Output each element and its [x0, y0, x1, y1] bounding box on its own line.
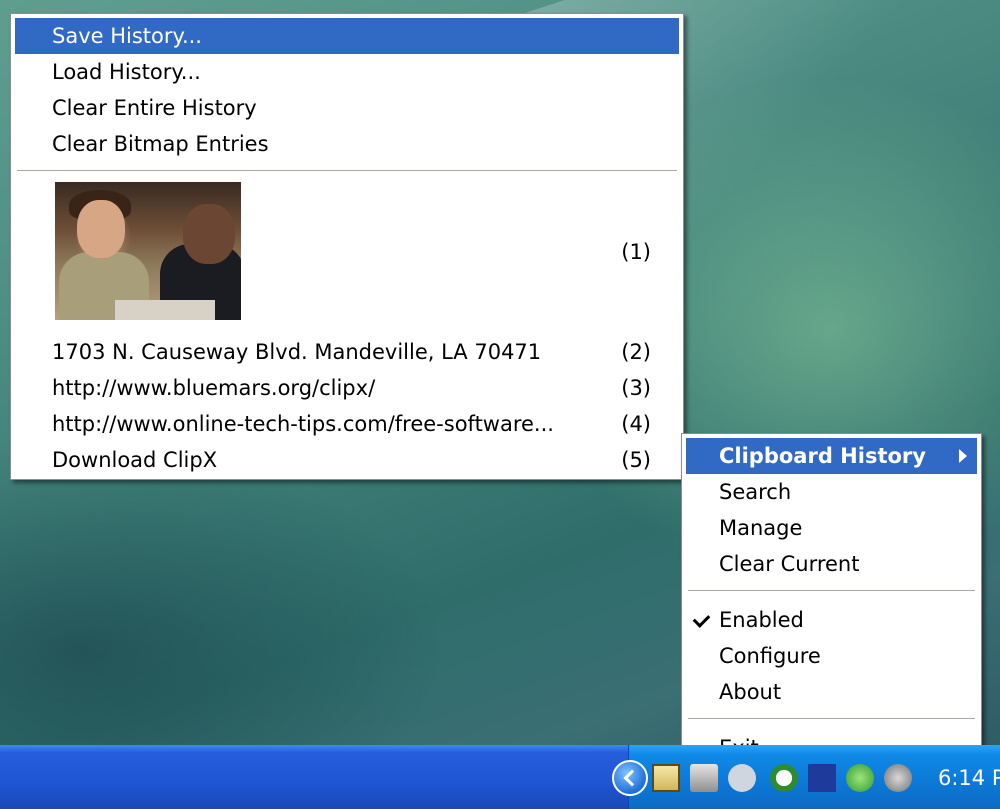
history-entry[interactable]: 1703 N. Causeway Blvd. Mandeville, LA 70… — [11, 334, 683, 370]
menu-item-label: Configure — [719, 644, 821, 668]
menu-item-clipboard-history[interactable]: Clipboard History — [686, 438, 977, 474]
menu-item-label: Clear Current — [719, 552, 860, 576]
menu-item-clear-current[interactable]: Clear Current — [682, 546, 981, 582]
volume-icon[interactable] — [884, 764, 912, 792]
history-entry-number: (4) — [621, 412, 651, 436]
network-computer-icon[interactable] — [690, 764, 718, 792]
history-entry-image[interactable]: (1) — [11, 182, 683, 334]
language-flag-icon[interactable] — [808, 764, 836, 792]
menu-item-label: Clear Bitmap Entries — [52, 132, 269, 156]
checkmark-icon — [692, 610, 711, 628]
menu-item-label: Enabled — [719, 608, 804, 632]
green-status-icon[interactable] — [846, 764, 874, 792]
history-entry[interactable]: http://www.online-tech-tips.com/free-sof… — [11, 406, 683, 442]
menu-item-label: Search — [719, 480, 792, 504]
menu-item-clear-entire-history[interactable]: Clear Entire History — [11, 90, 683, 126]
history-entry-number: (2) — [621, 340, 651, 364]
menu-item-save-history[interactable]: Save History... — [15, 18, 679, 54]
menu-item-label: Load History... — [52, 60, 201, 84]
menu-item-search[interactable]: Search — [682, 474, 981, 510]
clipboard-history-menu: Save History... Load History... Clear En… — [10, 13, 684, 480]
menu-separator — [688, 718, 975, 722]
menu-item-load-history[interactable]: Load History... — [11, 54, 683, 90]
menu-item-label: Clear Entire History — [52, 96, 257, 120]
history-entry-number: (3) — [621, 376, 651, 400]
bitmap-thumbnail — [55, 182, 241, 320]
menu-separator — [17, 170, 677, 174]
menu-item-configure[interactable]: Configure — [682, 638, 981, 674]
menu-item-label: About — [719, 680, 782, 704]
clock-app-icon[interactable] — [770, 764, 798, 792]
history-entry-label: Download ClipX — [52, 448, 218, 472]
menu-item-label: Clipboard History — [719, 444, 926, 468]
history-entry-label: 1703 N. Causeway Blvd. Mandeville, LA 70… — [52, 340, 542, 364]
menu-item-enabled[interactable]: Enabled — [682, 602, 981, 638]
menu-item-about[interactable]: About — [682, 674, 981, 710]
tray-context-menu: Clipboard History Search Manage Clear Cu… — [681, 433, 982, 770]
menu-item-manage[interactable]: Manage — [682, 510, 981, 546]
history-entry-label: http://www.bluemars.org/clipx/ — [52, 376, 376, 400]
clipx-clipboard-icon[interactable] — [652, 764, 680, 792]
menu-item-label: Manage — [719, 516, 803, 540]
history-entry-label: http://www.online-tech-tips.com/free-sof… — [52, 412, 554, 436]
taskbar-clock[interactable]: 6:14 P — [938, 766, 1000, 790]
history-entry[interactable]: http://www.bluemars.org/clipx/ (3) — [11, 370, 683, 406]
submenu-arrow-icon — [959, 449, 967, 463]
menu-item-clear-bitmap-entries[interactable]: Clear Bitmap Entries — [11, 126, 683, 162]
history-entry-number: (1) — [621, 240, 651, 264]
history-entry[interactable]: Download ClipX (5) — [11, 442, 683, 478]
menu-item-label: Save History... — [52, 24, 202, 48]
show-hidden-icons-chevron-icon[interactable] — [612, 760, 648, 796]
messenger-icon[interactable] — [728, 764, 756, 792]
history-entry-number: (5) — [621, 448, 651, 472]
menu-separator — [688, 590, 975, 594]
